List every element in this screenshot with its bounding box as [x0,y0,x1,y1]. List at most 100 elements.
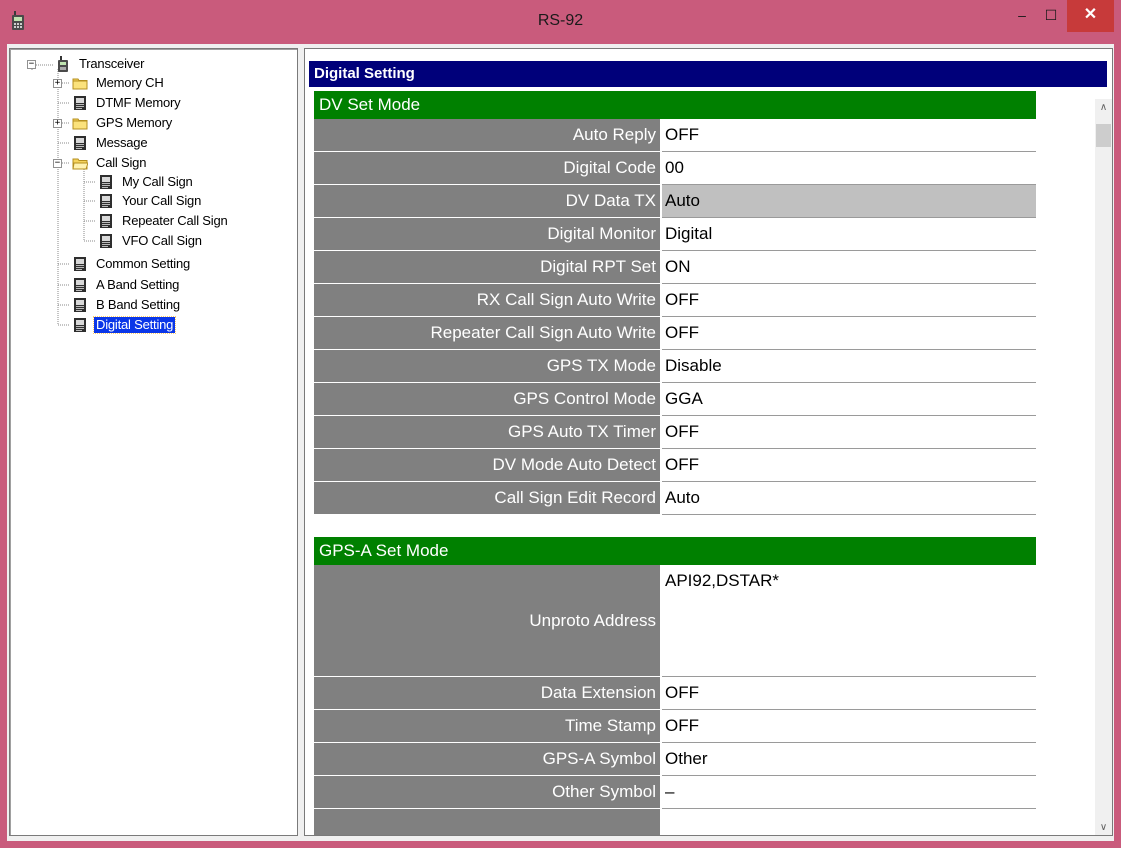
setting-value-field[interactable]: Digital [662,218,1036,251]
setting-row-other-symbol[interactable]: Other Symbol – [314,776,1036,809]
tree-item-label: Common Setting [96,256,191,271]
tree-item-memory-ch[interactable]: Memory CH [72,74,166,92]
setting-row-auto-reply[interactable]: Auto Reply OFF [314,119,1036,152]
title-bar[interactable]: RS-92 – ☐ ✕ [0,0,1121,44]
setting-row-repeater-call-sign-auto-write[interactable]: Repeater Call Sign Auto Write OFF [314,317,1036,350]
setting-label-cell: Auto Reply [314,119,660,152]
setting-label-cell: DV Mode Auto Detect [314,449,660,482]
tree-item-common-setting[interactable]: Common Setting [72,255,192,273]
section-header-dv-set-mode: DV Set Mode [314,91,1036,119]
setting-label-cell: GPS Auto TX Timer [314,416,660,449]
setting-label-cell [314,809,660,835]
setting-label-cell: Time Stamp [314,710,660,743]
setting-value-field[interactable]: Other [662,743,1036,776]
client-area: − Transceiver + Memory CH DTMF Memory + GPS Me… [7,44,1114,841]
setting-label-cell: GPS TX Mode [314,350,660,383]
tree-item-transceiver[interactable]: Transceiver [55,55,146,73]
setting-value-field[interactable]: Disable [662,350,1036,383]
tree-item-vfo-call-sign[interactable]: VFO Call Sign [98,232,204,250]
setting-row-digital-monitor[interactable]: Digital Monitor Digital [314,218,1036,251]
tree-item-label: DTMF Memory [96,95,181,110]
vertical-scrollbar[interactable]: ∧ ∨ [1095,99,1112,835]
section-header-gps-a-set-mode: GPS-A Set Mode [314,537,1036,565]
setting-value-field[interactable]: OFF [662,677,1036,710]
setting-value-field[interactable]: – [662,776,1036,809]
setting-value: ON [665,257,691,276]
tree-expander-icon[interactable]: − [53,159,62,168]
setting-row-call-sign-edit-record[interactable]: Call Sign Edit Record Auto [314,482,1036,515]
setting-row-gps-tx-mode[interactable]: GPS TX Mode Disable [314,350,1036,383]
maximize-button[interactable]: ☐ [1035,0,1067,32]
settings-grid: DV Set Mode GPS-A Set Mode Auto Reply OFF… [309,89,1087,835]
window-title: RS-92 [537,12,584,29]
setting-value-field[interactable]: OFF [662,416,1036,449]
setting-row-empty[interactable] [314,809,1036,835]
setting-value-field[interactable]: OFF [662,284,1036,317]
setting-value-field[interactable]: 00 [662,152,1036,185]
tree-item-my-call-sign[interactable]: My Call Sign [98,173,195,191]
close-button[interactable]: ✕ [1067,0,1114,32]
setting-row-dv-data-tx[interactable]: DV Data TX Auto [314,185,1036,218]
setting-value-field[interactable]: Auto [662,185,1036,218]
folder-icon [72,75,88,91]
setting-row-data-extension[interactable]: Data Extension OFF [314,677,1036,710]
setting-row-gps-a-symbol[interactable]: GPS-A Symbol Other [314,743,1036,776]
setting-value-field[interactable]: GGA [662,383,1036,416]
document-icon [98,213,114,229]
tree-expander-icon[interactable]: + [53,79,62,88]
tree-item-call-sign[interactable]: Call Sign [72,154,148,172]
scrollbar-thumb[interactable] [1096,124,1111,147]
setting-value: OFF [665,683,699,702]
tree-item-digital-setting[interactable]: Digital Setting [72,316,177,334]
setting-value-field[interactable]: OFF [662,710,1036,743]
scroll-up-arrow-icon[interactable]: ∧ [1095,99,1112,116]
setting-value-field[interactable]: OFF [662,449,1036,482]
tree-item-gps-memory[interactable]: GPS Memory [72,114,174,132]
document-icon [72,135,88,151]
document-icon-graphic [100,234,112,248]
setting-value-field[interactable]: Auto [662,482,1036,515]
document-icon [98,233,114,249]
setting-row-gps-control-mode[interactable]: GPS Control Mode GGA [314,383,1036,416]
document-icon [72,277,88,293]
setting-label: GPS Auto TX Timer [507,422,656,441]
setting-value: OFF [665,716,699,735]
minimize-button[interactable]: – [1009,0,1035,32]
setting-row-dv-mode-auto-detect[interactable]: DV Mode Auto Detect OFF [314,449,1036,482]
setting-row-digital-code[interactable]: Digital Code 00 [314,152,1036,185]
folder-icon-graphic [72,78,88,90]
scroll-down-arrow-icon[interactable]: ∨ [1095,819,1112,835]
tree-item-dtmf-memory[interactable]: DTMF Memory [72,94,182,112]
tree-expander-icon[interactable]: − [27,60,36,69]
tree-item-label: My Call Sign [122,174,193,189]
tree-item-label: A Band Setting [96,277,180,292]
radio-icon-graphic [58,56,68,72]
document-icon [72,317,88,333]
setting-row-time-stamp[interactable]: Time Stamp OFF [314,710,1036,743]
setting-label-cell: DV Data TX [314,185,660,218]
setting-label: DV Mode Auto Detect [492,455,656,474]
setting-row-rx-call-sign-auto-write[interactable]: RX Call Sign Auto Write OFF [314,284,1036,317]
setting-row-unproto-address[interactable]: Unproto Address API92,DSTAR* [314,565,1036,677]
setting-value-field[interactable] [662,809,1036,835]
navigation-tree[interactable]: − Transceiver + Memory CH DTMF Memory + GPS Me… [10,49,297,835]
setting-label: DV Data TX [565,191,656,210]
tree-item-label: Digital Setting [92,316,177,334]
setting-value-field[interactable]: OFF [662,119,1036,152]
setting-row-gps-auto-tx-timer[interactable]: GPS Auto TX Timer OFF [314,416,1036,449]
setting-row-digital-rpt-set[interactable]: Digital RPT Set ON [314,251,1036,284]
setting-value-field[interactable]: OFF [662,317,1036,350]
tree-item-repeater-call-sign[interactable]: Repeater Call Sign [98,212,230,230]
setting-value-field[interactable]: API92,DSTAR* [662,565,1036,677]
setting-value-field[interactable]: ON [662,251,1036,284]
tree-item-label: B Band Setting [96,297,180,312]
setting-value: OFF [665,455,699,474]
tree-item-a-band-setting[interactable]: A Band Setting [72,276,181,294]
tree-item-your-call-sign[interactable]: Your Call Sign [98,192,203,210]
setting-label-cell: Repeater Call Sign Auto Write [314,317,660,350]
setting-value: Digital [665,224,713,243]
tree-item-message[interactable]: Message [72,134,149,152]
setting-label: RX Call Sign Auto Write [476,290,656,309]
tree-item-b-band-setting[interactable]: B Band Setting [72,296,182,314]
tree-expander-icon[interactable]: + [53,119,62,128]
